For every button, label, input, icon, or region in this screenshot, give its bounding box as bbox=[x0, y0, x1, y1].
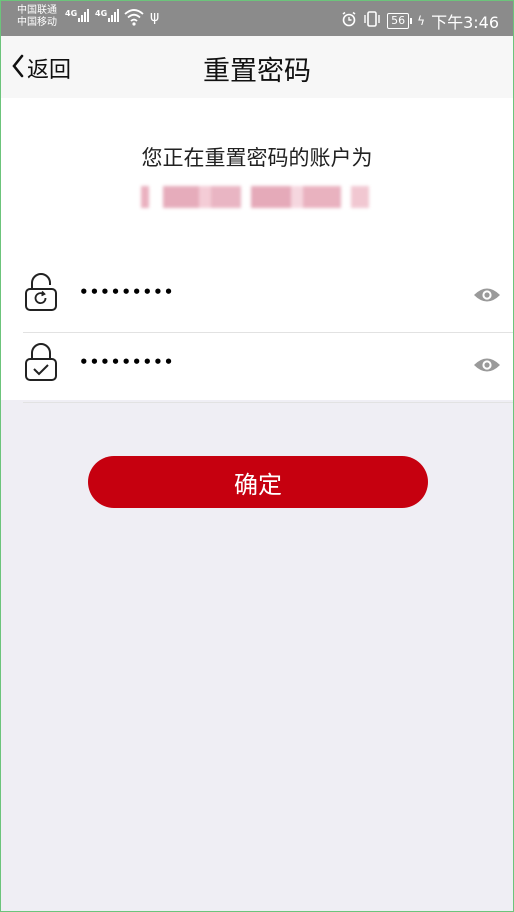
confirm-button[interactable]: 确定 bbox=[88, 456, 428, 508]
page-title: 重置密码 bbox=[203, 56, 311, 87]
carrier-1: 中国联通 bbox=[17, 5, 57, 16]
wifi-icon bbox=[124, 8, 144, 30]
eye-icon[interactable] bbox=[473, 356, 501, 378]
network-type-1: 4G bbox=[65, 9, 78, 18]
new-password-row bbox=[23, 262, 513, 333]
clock: 下午3:46 bbox=[431, 13, 499, 32]
signal-icon: 4G bbox=[95, 9, 120, 22]
status-bar: 中国联通 中国移动 4G 4G ψ 56 ϟ 下午3:46 bbox=[1, 1, 513, 36]
usb-icon: ψ bbox=[150, 9, 160, 25]
network-type-2: 4G bbox=[95, 9, 108, 18]
lock-refresh-icon bbox=[23, 272, 59, 316]
confirm-password-input[interactable] bbox=[79, 332, 439, 392]
carrier-labels: 中国联通 中国移动 bbox=[17, 5, 57, 29]
vibrate-icon bbox=[363, 11, 381, 31]
signal-icon: 4G bbox=[65, 9, 90, 22]
charging-icon: ϟ bbox=[417, 14, 426, 28]
account-value-blurred bbox=[141, 186, 381, 208]
eye-icon[interactable] bbox=[473, 286, 501, 308]
account-info-text: 您正在重置密码的账户为 bbox=[141, 146, 373, 170]
status-right: 56 ϟ 下午3:46 bbox=[341, 9, 499, 33]
reset-form-panel: 您正在重置密码的账户为 bbox=[1, 98, 513, 403]
lock-check-icon bbox=[23, 342, 59, 386]
confirm-password-row bbox=[23, 332, 513, 403]
nav-bar: 返回 重置密码 bbox=[1, 36, 513, 98]
new-password-input[interactable] bbox=[79, 262, 439, 322]
alarm-icon bbox=[341, 11, 357, 31]
carrier-2: 中国移动 bbox=[17, 17, 57, 28]
battery-icon: 56 bbox=[387, 13, 413, 29]
